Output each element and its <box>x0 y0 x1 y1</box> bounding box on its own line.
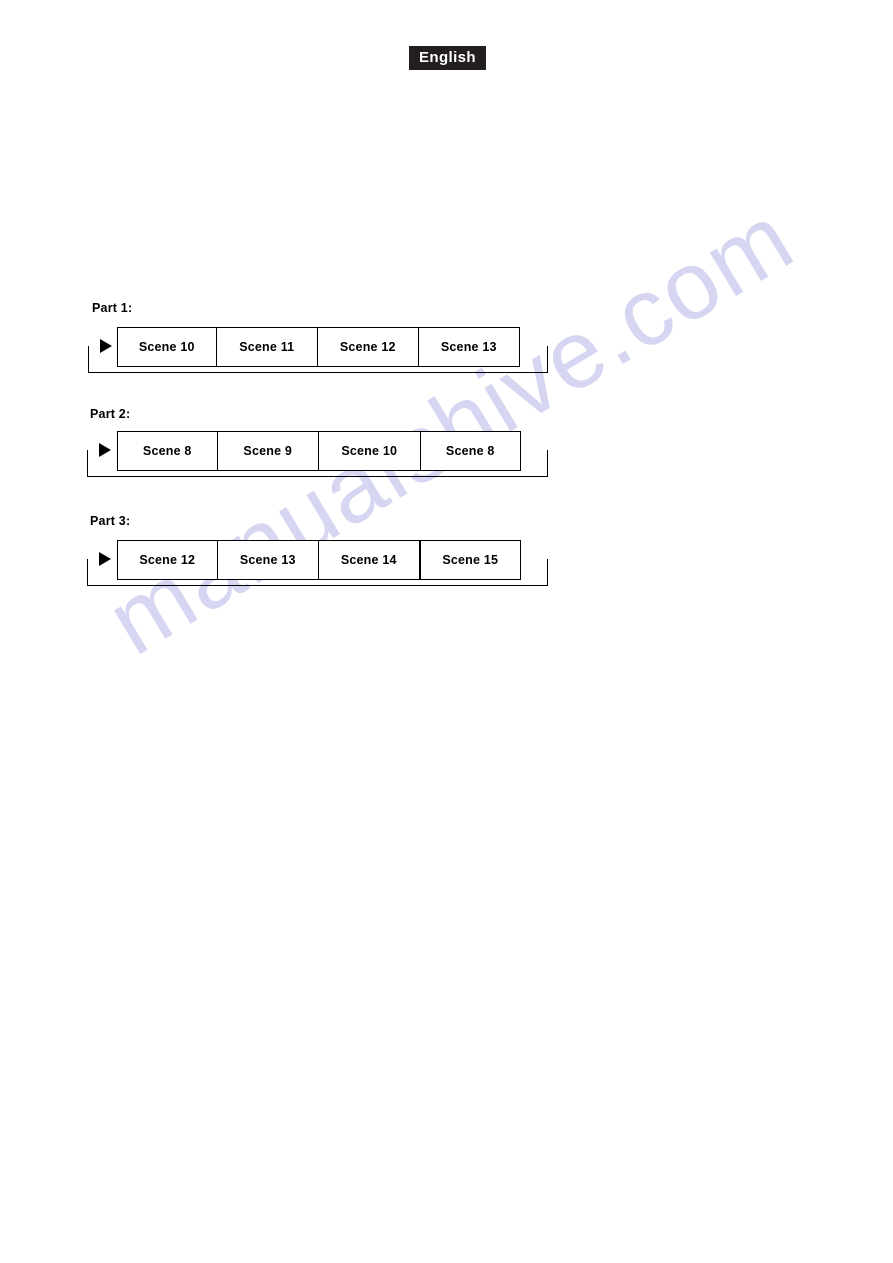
part-1-scene-row: Scene 10 Scene 11 Scene 12 Scene 13 <box>117 327 520 367</box>
scene-cell: Scene 8 <box>420 432 520 470</box>
part-1-label: Part 1: <box>92 301 133 315</box>
scene-cell: Scene 11 <box>216 328 319 366</box>
scene-cell: Scene 14 <box>319 541 421 579</box>
part-2-scene-row: Scene 8 Scene 9 Scene 10 Scene 8 <box>117 431 521 471</box>
scene-cell: Scene 10 <box>118 328 217 366</box>
scene-cell: Scene 8 <box>118 432 218 470</box>
scene-cell: Scene 10 <box>319 432 421 470</box>
scene-cell: Scene 12 <box>118 541 218 579</box>
scene-cell: Scene 15 <box>420 541 520 579</box>
part-1-arrow-icon <box>100 339 112 353</box>
part-2-arrow-icon <box>99 443 111 457</box>
scene-cell: Scene 12 <box>318 328 419 366</box>
part-2-label: Part 2: <box>90 407 131 421</box>
scene-cell: Scene 13 <box>217 541 319 579</box>
scene-cell: Scene 13 <box>418 328 520 366</box>
part-3-arrow-icon <box>99 552 111 566</box>
language-badge: English <box>409 46 486 70</box>
scene-cell: Scene 9 <box>217 432 319 470</box>
part-3-scene-row: Scene 12 Scene 13 Scene 14 Scene 15 <box>117 540 521 580</box>
part-3-label: Part 3: <box>90 514 131 528</box>
